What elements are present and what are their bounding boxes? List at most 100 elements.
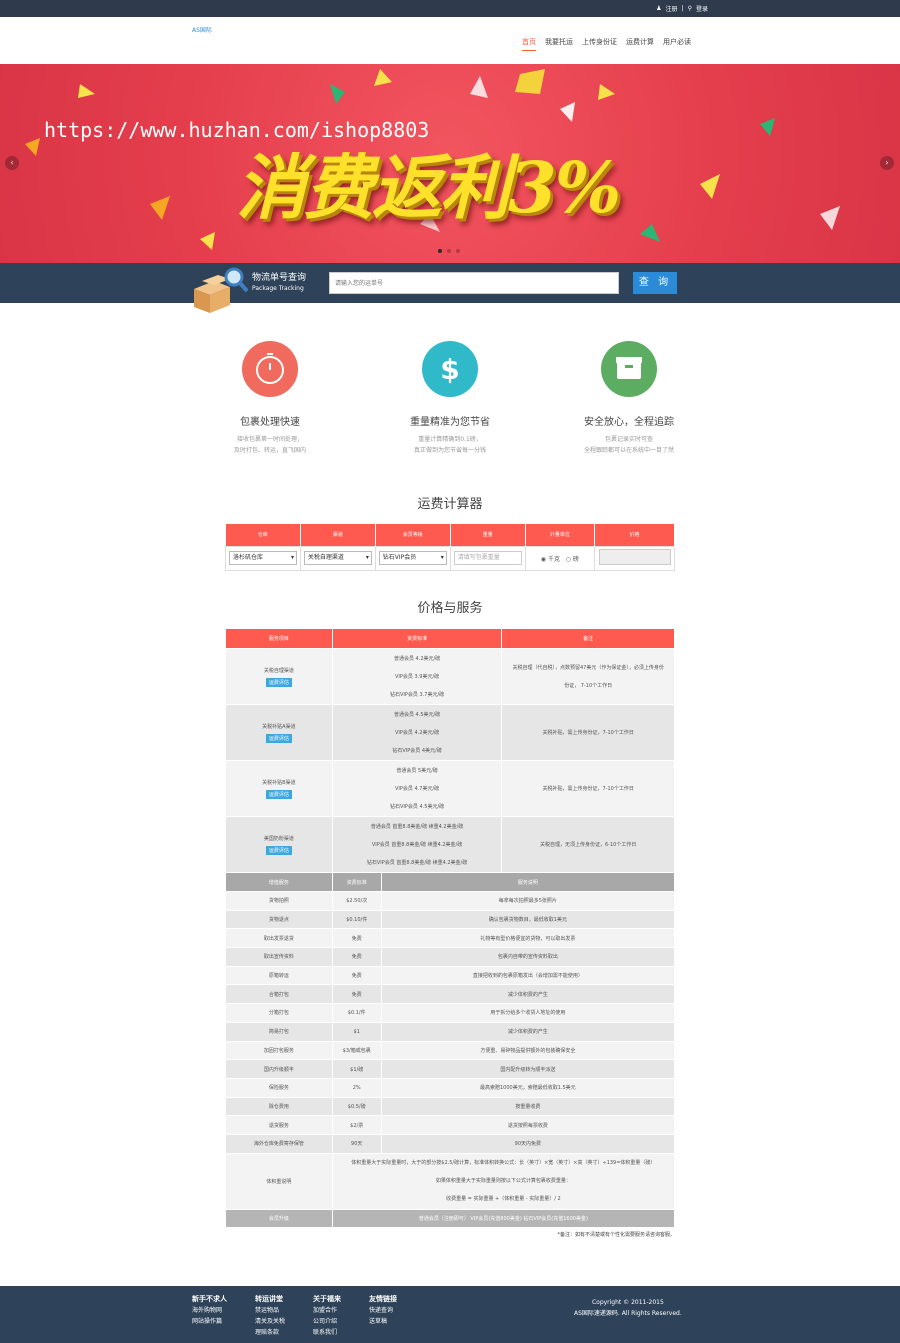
copyright: Copyright © 2011-2015 AS国际速递源码. All Righ…	[574, 1297, 682, 1319]
ext-desc: 确认包裹货物数目，最低收取1美元	[380, 909, 676, 930]
calc-header-warehouse: 仓库	[225, 524, 301, 546]
footer-link[interactable]: 网站操作篇	[192, 1316, 227, 1327]
calc-header-unit: 计量单位	[525, 524, 596, 546]
calc-unit-cell: ◉ 千克 ○ 磅	[524, 545, 596, 571]
tracking-number-input[interactable]	[329, 272, 619, 294]
footer-link[interactable]: 联系我们	[313, 1327, 341, 1338]
user-icon: ♟	[656, 5, 662, 12]
ext-desc: 减少体积费的产生	[380, 984, 676, 1005]
calc-weight-cell: 请填写包裹重量	[449, 545, 526, 571]
ext-fee: 免费	[331, 965, 382, 986]
footer-link[interactable]: 公司介绍	[313, 1316, 341, 1327]
ext-body: 货物拍照 $2.50/次 每拿每次拍照最多5张照片 货物退点 $0.10/件 确认包裹货物…	[225, 891, 676, 1229]
hero-banner[interactable]: https://www.huzhan.com/ishop8803 消费返利3% …	[0, 64, 900, 263]
calc-member-cell: 钻石VIP会员	[374, 545, 451, 571]
ext-service: 简易打包	[225, 1021, 333, 1042]
prev-slide-button[interactable]: ‹	[5, 156, 19, 170]
shipping-calculator: 仓库 渠道 会员等级 重量 计量单位 价格 洛杉矶仓库 关税自理渠道 钻石VIP…	[225, 524, 675, 571]
table-row: 取出宣传资料 免费 包裹内自带的宣传资料取出	[225, 947, 676, 967]
features-section: 包裹处理快速 接收包裹第一时间处理， 及时打包、转运，直飞国内 $ 重量精准为您…	[0, 303, 900, 483]
evaluate-button[interactable]: 运费评估	[265, 733, 292, 743]
table-row: 原箱转运 免费 直接把收到的包裹原箱发出（会增加需不能使用）	[225, 965, 676, 986]
unit-lb-radio[interactable]: ○	[566, 556, 571, 563]
footer-link[interactable]: 海外购物网	[192, 1305, 227, 1316]
table-row: 海外仓库免费寄存保管 90天 90天内免费	[225, 1133, 676, 1154]
account-links: ♟ 注册 | ⚲ 登录	[656, 4, 708, 13]
ext-service: 分箱打包	[225, 1003, 333, 1023]
svc-name-cell: 美国奶粉渠道 运费评估	[225, 816, 333, 873]
ext-desc: 普通会员（注册即可） VIP会员(充值800美金) 钻石VIP会员(充值1600…	[331, 1208, 676, 1229]
svc-name: 关税自理渠道	[263, 667, 294, 674]
feature-secure-desc-line1: 包裹记录实时可查	[604, 436, 653, 443]
ext-fee: $2/票	[331, 1115, 382, 1135]
table-row: 加固打包服务 $3/箱或包裹 方便重、易碎物品提供额外的包装确保安全	[225, 1040, 676, 1061]
separator: |	[681, 5, 684, 12]
table-row: 会员升级 普通会员（注册即可） VIP会员(充值800美金) 钻石VIP会员(充值…	[225, 1208, 676, 1229]
footer-link[interactable]: 快递查询	[369, 1305, 397, 1316]
table-row: 取出发票退货 免费 礼物等有型价格便宜的货物，可以取出发票	[225, 928, 676, 949]
warehouse-select[interactable]: 洛杉矶仓库	[228, 551, 297, 565]
footer-link[interactable]: 禁运物品	[255, 1305, 285, 1316]
table-row: 退货服务 $2/票 退货按照每票收费	[225, 1115, 676, 1135]
nav-home[interactable]: 首页	[522, 37, 536, 51]
login-link[interactable]: 登录	[696, 4, 708, 13]
svc-header-fee: 资费标准	[331, 628, 503, 649]
footer: 新手不求人 海外购物网 网站操作篇 转运讲堂 禁运物品 清关及关税 理赔条款 关…	[0, 1286, 900, 1343]
svc-note-cell: 关税自理，无须上传身份证，6-10个工作日	[501, 816, 675, 873]
nav-user-guide[interactable]: 用户必读	[663, 37, 691, 51]
ext-fee: $2.50/次	[331, 891, 382, 911]
slide-dot-3[interactable]	[456, 249, 460, 253]
svc-name: 美国奶粉渠道	[263, 835, 294, 842]
ext-fee: 免费	[331, 984, 382, 1005]
weight-input[interactable]: 请填写包裹重量	[453, 551, 522, 565]
evaluate-button[interactable]: 运费评估	[265, 789, 292, 799]
ext-header-fee: 资费标准	[331, 872, 382, 892]
ext-desc: 直接把收到的包裹原箱发出（会增加需不能使用）	[380, 965, 676, 986]
slide-dot-2[interactable]	[447, 249, 451, 253]
feature-fast: 包裹处理快速 接收包裹第一时间处理， 及时打包、转运，直飞国内	[190, 341, 350, 456]
nav-upload-id[interactable]: 上传身份证	[582, 37, 617, 51]
footer-link[interactable]: 加盟合作	[313, 1305, 341, 1316]
footer-link[interactable]: 理赔条款	[255, 1327, 285, 1338]
table-row: 美国奶粉渠道 运费评估 普通会员 首重8.8美金/磅 续重4.2美金/磅 VIP会员…	[225, 816, 675, 873]
table-row: 货物退点 $0.10/件 确认包裹货物数目，最低收取1美元	[225, 909, 676, 930]
feature-secure: 安全放心，全程追踪 包裹记录实时可查 全程跟踪都可以在系统中一目了然	[549, 341, 709, 456]
tracking-search-button[interactable]: 查 询	[633, 272, 677, 294]
unit-kg-radio[interactable]: ◉	[541, 556, 546, 563]
svc-note-cell: 关税自理（代自税），点数预留47美元（作为保证金），必须上传身份 份证， 7-10…	[501, 648, 675, 705]
footer-link[interactable]: 送草稿	[369, 1316, 397, 1327]
slide-dot-1[interactable]	[438, 249, 442, 253]
footer-link[interactable]: 清关及关税	[255, 1316, 285, 1327]
feature-fast-title: 包裹处理快速	[240, 417, 300, 428]
calc-header-price: 价格	[594, 524, 675, 546]
evaluate-button[interactable]: 运费评估	[265, 677, 292, 687]
price-output	[598, 549, 671, 565]
ext-desc: 包裹内自带的宣传资料取出	[380, 947, 676, 967]
nav-shipping-calc[interactable]: 运费计算	[626, 37, 654, 51]
member-level-select[interactable]: 钻石VIP会员	[378, 551, 447, 565]
logo[interactable]: AS国际	[192, 25, 212, 34]
timer-icon	[256, 353, 284, 384]
register-link[interactable]: 注册	[666, 4, 678, 13]
ext-service: 体积重说明	[225, 1152, 333, 1210]
ext-service: 除仓费用	[225, 1096, 333, 1117]
banner-slogan: 消费返利3%	[236, 146, 621, 229]
ext-desc: 礼物等有型价格便宜的货物，可以取出发票	[380, 928, 676, 949]
svc-price: VIP会员 3.9美元/磅	[395, 673, 440, 680]
svc-price: 钻石VIP会员 首重8.8美金/磅 续重4.2美金/磅	[366, 859, 468, 866]
table-row: 简易打包 $1 减少体积费的产生	[225, 1021, 676, 1042]
slide-indicators	[438, 249, 460, 253]
channel-select[interactable]: 关税自理渠道	[303, 551, 372, 565]
nav-ship[interactable]: 我要托运	[545, 37, 573, 51]
evaluate-button[interactable]: 运费评估	[265, 845, 292, 855]
ext-service: 货物拍照	[225, 891, 333, 911]
dollar-icon: $	[440, 353, 459, 386]
svc-name-cell: 关税自理渠道 运费评估	[225, 648, 333, 705]
footer-col-newbie: 新手不求人 海外购物网 网站操作篇	[192, 1294, 227, 1327]
svc-note-cell: 关税补贴，需上传身份证，7-10个工作日	[501, 704, 675, 761]
svc-price-cell: 普通会员 5美元/磅 VIP会员 4.7美元/磅 钻石VIP会员 4.5美元/磅	[331, 760, 503, 817]
svc-price: 普通会员 4.5美元/磅	[393, 711, 441, 718]
next-slide-button[interactable]: ›	[880, 156, 894, 170]
svc-note: 份证， 7-10个工作日	[564, 682, 613, 689]
package-tracking-bar: 物流单号查询 Package Tracking 查 询	[0, 263, 900, 313]
